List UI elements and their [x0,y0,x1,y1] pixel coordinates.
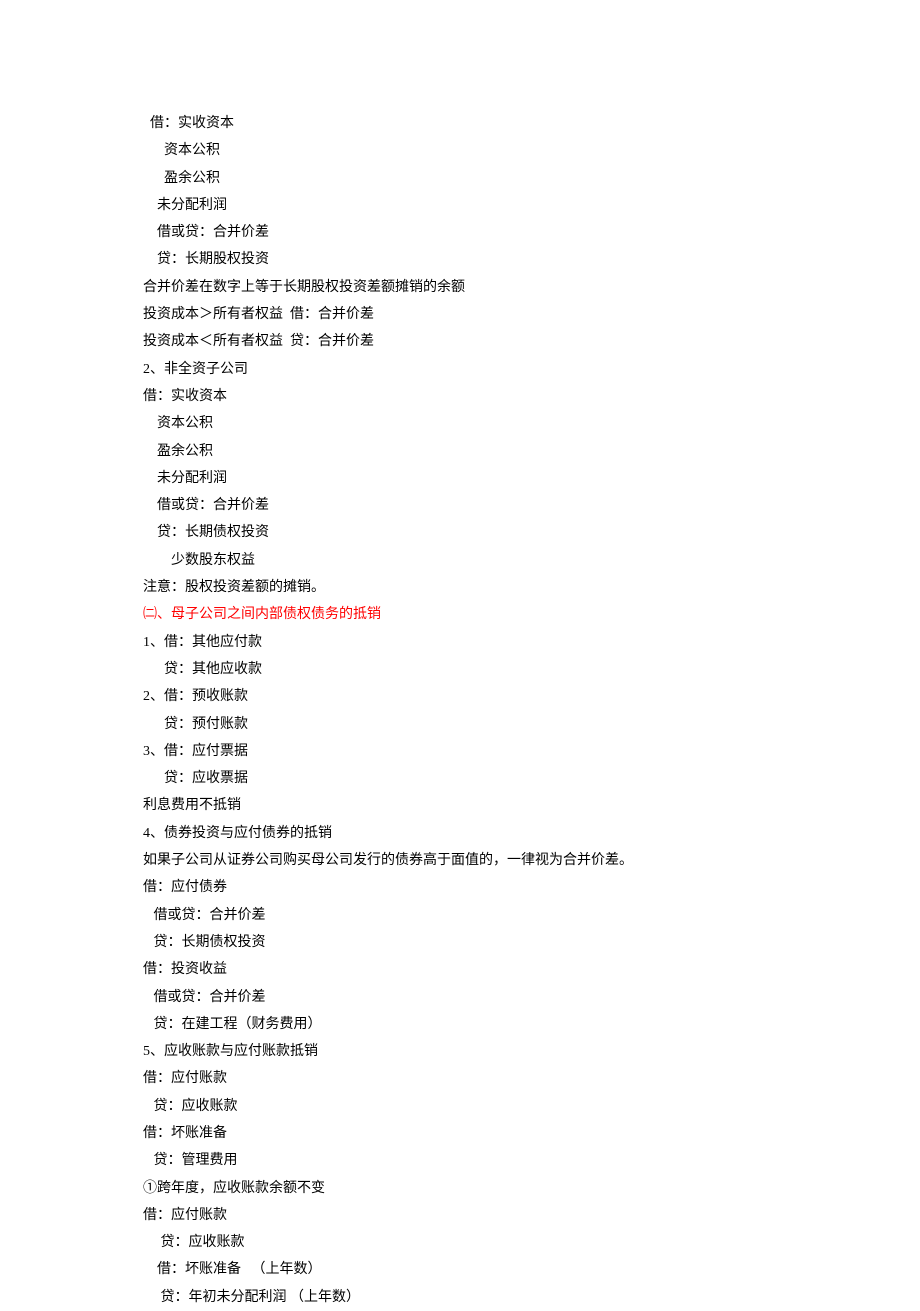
text-line: 盈余公积 [143,438,920,465]
text-line: 未分配利润 [143,192,920,219]
text-line: 贷：在建工程（财务费用） [143,1011,920,1038]
text-line: 2、非全资子公司 [143,356,920,383]
text-line: 合并价差在数字上等于长期股权投资差额摊销的余额 [143,274,920,301]
text-line: 少数股东权益 [143,547,920,574]
text-line: 借：投资收益 [143,956,920,983]
text-line: 4、债券投资与应付债券的抵销 [143,820,920,847]
text-line: 借：坏账准备 [143,1120,920,1147]
text-line: 借或贷：合并价差 [143,902,920,929]
text-line: 资本公积 [143,410,920,437]
text-line: 贷：其他应收款 [143,656,920,683]
text-line: 借或贷：合并价差 [143,219,920,246]
text-line: 资本公积 [143,137,920,164]
text-line: 贷：长期股权投资 [143,246,920,273]
text-line: 贷：应收票据 [143,765,920,792]
text-line: 1、借：其他应付款 [143,629,920,656]
text-line: 借：实收资本 [143,383,920,410]
text-line: 借或贷：合并价差 [143,984,920,1011]
text-line: 利息费用不抵销 [143,792,920,819]
text-line: 投资成本＞所有者权益 借：合并价差 [143,301,920,328]
text-line: 贷：长期债权投资 [143,519,920,546]
text-line: 如果子公司从证券公司购买母公司发行的债券高于面值的，一律视为合并价差。 [143,847,920,874]
text-line: 盈余公积 [143,165,920,192]
text-line: 5、应收账款与应付账款抵销 [143,1038,920,1065]
text-line: 借或贷：合并价差 [143,492,920,519]
text-line: 贷：预付账款 [143,711,920,738]
text-line: 借：坏账准备 （上年数） [143,1256,920,1283]
document-page: 借：实收资本 资本公积 盈余公积 未分配利润 借或贷：合并价差 贷：长期股权投资… [0,0,920,1311]
text-line: 借：实收资本 [143,110,920,137]
text-line: 未分配利润 [143,465,920,492]
text-line: ①跨年度，应收账款余额不变 [143,1175,920,1202]
text-line: 3、借：应付票据 [143,738,920,765]
text-line: 借：应付账款 [143,1202,920,1229]
text-line: 贷：应收账款 [143,1229,920,1256]
text-line: 贷：年初未分配利润 （上年数） [143,1284,920,1311]
text-line: 投资成本＜所有者权益 贷：合并价差 [143,328,920,355]
text-line: 借：应付账款 [143,1065,920,1092]
text-line: ㈡、母子公司之间内部债权债务的抵销 [143,601,920,628]
text-line: 2、借：预收账款 [143,683,920,710]
text-line: 贷：应收账款 [143,1093,920,1120]
text-line: 贷：管理费用 [143,1147,920,1174]
text-line: 注意：股权投资差额的摊销。 [143,574,920,601]
text-line: 借：应付债券 [143,874,920,901]
text-line: 贷：长期债权投资 [143,929,920,956]
